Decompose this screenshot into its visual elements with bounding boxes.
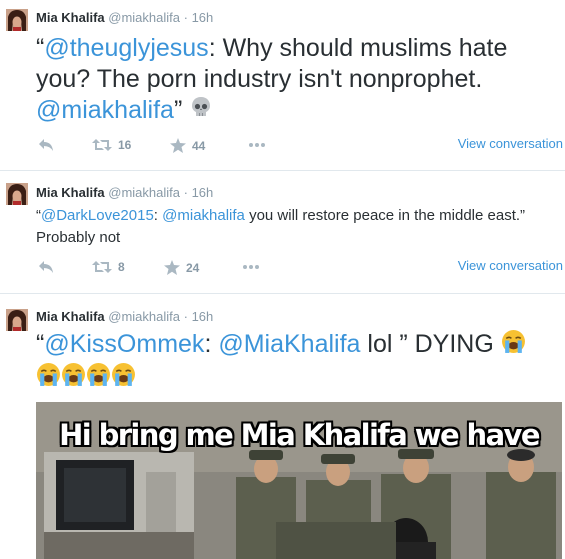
username[interactable]: @miakhalifa [108, 10, 180, 25]
timestamp[interactable]: 16h [192, 10, 214, 25]
more-icon [243, 265, 259, 269]
mention-link[interactable]: @theuglyjesus [44, 34, 208, 62]
retweet-icon [92, 139, 112, 151]
reply-icon [39, 139, 53, 151]
tweet-body: lol ” DYING [360, 330, 501, 359]
timestamp[interactable]: 16h [192, 185, 214, 200]
separator: : [153, 207, 163, 224]
retweet-count: 8 [118, 260, 125, 274]
favorite-button[interactable]: 44 [170, 138, 205, 153]
tweet-text: “@KissOmmek: @MiaKhalifa lol ” DYING [36, 329, 562, 395]
meme-caption: Hi bring me Mia Khalifa we have [59, 418, 540, 452]
retweet-count: 16 [118, 138, 132, 152]
more-button[interactable] [248, 142, 266, 148]
display-name[interactable]: Mia Khalifa [36, 309, 105, 324]
reply-button[interactable] [38, 260, 54, 274]
username[interactable]: @miakhalifa [108, 309, 180, 324]
reply-icon [39, 261, 53, 273]
star-icon [164, 260, 180, 275]
avatar[interactable] [6, 183, 28, 205]
avatar[interactable] [6, 9, 28, 31]
tweet-1: Mia Khalifa @miakhalifa · 16h “@theuglyj… [0, 0, 565, 170]
favorite-count: 44 [192, 138, 206, 153]
view-conversation-link[interactable]: View conversation [458, 258, 563, 273]
star-icon [170, 138, 186, 153]
separator-dot: · [183, 10, 188, 25]
tweet-text: “@theuglyjesus: Why should muslims hate … [36, 33, 556, 127]
username[interactable]: @miakhalifa [108, 185, 180, 200]
separator-dot: · [183, 185, 188, 200]
mention-link[interactable]: @MiaKhalifa [218, 330, 360, 358]
display-name[interactable]: Mia Khalifa [36, 10, 105, 25]
loudly-crying-face-emoji [61, 362, 86, 395]
tweet-actions: 8 24 View conversation [36, 258, 564, 278]
separator-dot: · [183, 309, 188, 324]
tweet-actions: 16 44 View conversation [36, 136, 564, 156]
favorite-button[interactable]: 24 [164, 260, 199, 275]
mention-link[interactable]: @miakhalifa [36, 96, 174, 124]
mention-link[interactable]: @KissOmmek [44, 330, 204, 358]
tweet-header: Mia Khalifa @miakhalifa · 16h [36, 185, 213, 200]
tweet-header: Mia Khalifa @miakhalifa · 16h [36, 309, 213, 324]
loudly-crying-face-emoji [86, 362, 111, 395]
favorite-count: 24 [186, 260, 200, 275]
retweet-button[interactable]: 8 [92, 260, 125, 274]
reply-button[interactable] [38, 138, 54, 152]
tweet-header: Mia Khalifa @miakhalifa · 16h [36, 10, 213, 25]
loudly-crying-face-emoji [36, 362, 61, 395]
more-button[interactable] [242, 264, 260, 270]
retweet-icon [92, 261, 112, 273]
quote-close: ” [173, 96, 183, 124]
loudly-crying-face-emoji [111, 362, 136, 395]
view-conversation-link[interactable]: View conversation [458, 136, 563, 151]
tweet-media-image[interactable]: Hi bring me Mia Khalifa we have [36, 402, 562, 559]
mention-link[interactable]: @DarkLove2015 [41, 207, 154, 224]
retweet-button[interactable]: 16 [92, 138, 131, 152]
loudly-crying-face-emoji [501, 329, 526, 362]
timestamp[interactable]: 16h [192, 309, 214, 324]
separator: : [204, 330, 219, 359]
skull-emoji [189, 95, 213, 127]
display-name[interactable]: Mia Khalifa [36, 185, 105, 200]
mention-link[interactable]: @miakhalifa [162, 207, 245, 224]
tweet-2: Mia Khalifa @miakhalifa · 16h “@DarkLove… [0, 171, 565, 292]
avatar[interactable] [6, 309, 28, 331]
more-icon [249, 143, 265, 147]
tweet-text: “@DarkLove2015: @miakhalifa you will res… [36, 205, 536, 249]
